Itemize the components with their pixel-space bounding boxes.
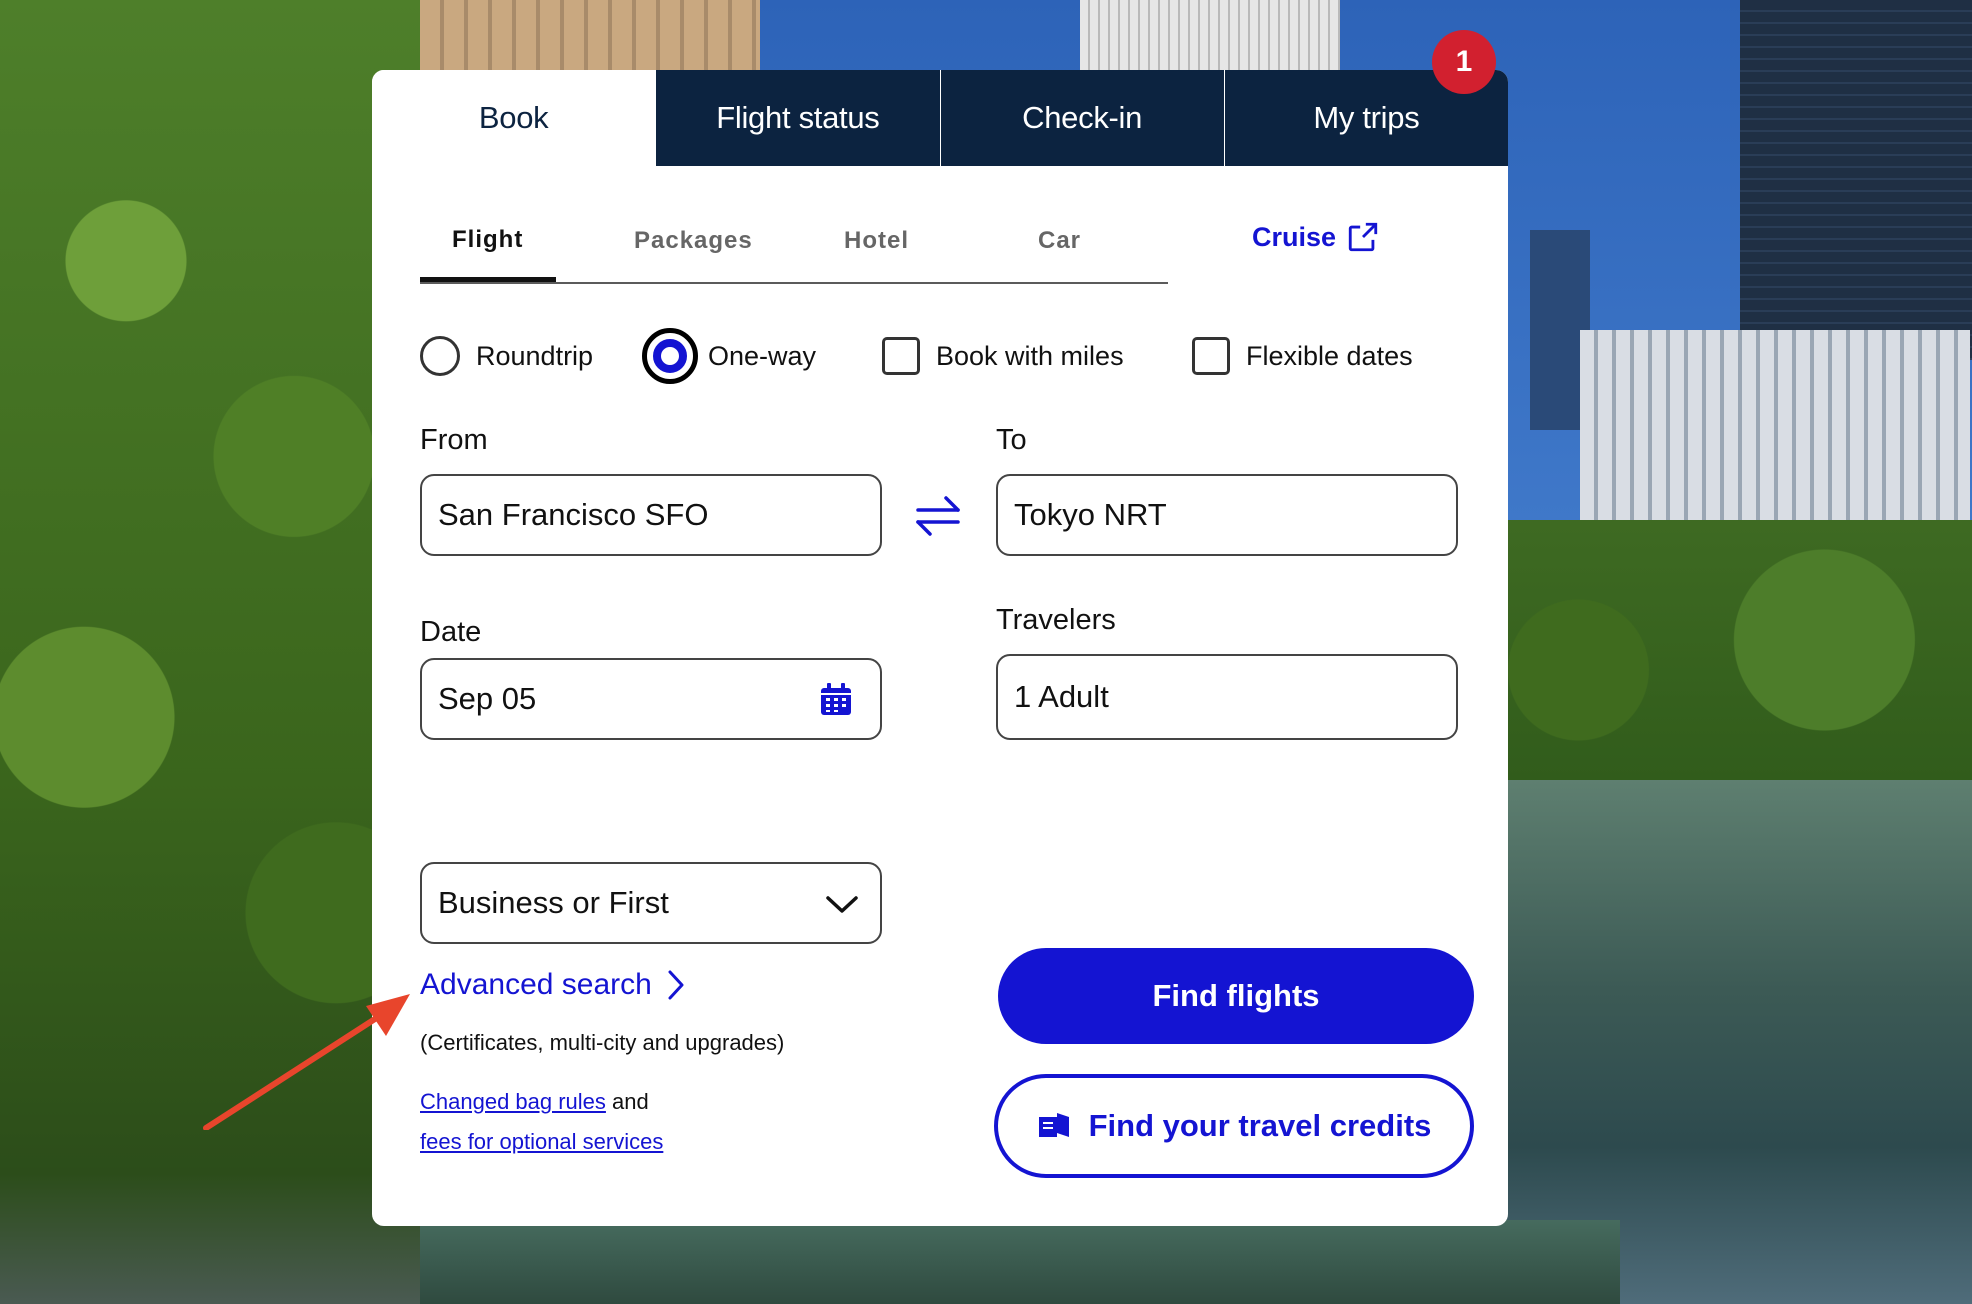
sub-tab-bar: Flight Packages Hotel Car	[420, 70, 1168, 284]
cabin-value: Business or First	[438, 885, 669, 920]
to-label: To	[996, 424, 1027, 456]
roundtrip-label: Roundtrip	[476, 340, 594, 371]
one-way-label: One-way	[708, 340, 817, 371]
travelers-label: Travelers	[996, 604, 1116, 636]
chevron-right-icon	[668, 970, 684, 1000]
cabin-select[interactable]: Business or First	[420, 862, 882, 944]
date-value: Sep 05	[438, 681, 537, 716]
subtab-cruise[interactable]: Cruise	[1252, 220, 1380, 254]
trip-options: Roundtrip One-way Book with miles Flexib…	[420, 326, 1470, 386]
background-building-top-right	[1080, 0, 1340, 80]
flexible-dates-label: Flexible dates	[1246, 340, 1413, 371]
background-pond-bottom	[420, 1220, 1620, 1304]
changed-bag-rules-link[interactable]: Changed bag rules	[420, 1089, 606, 1114]
advanced-search-label: Advanced search	[420, 968, 652, 1001]
travelers-value: 1 Adult	[1014, 679, 1109, 714]
to-value: Tokyo NRT	[1014, 497, 1167, 532]
external-link-icon	[1348, 222, 1378, 252]
option-book-with-miles[interactable]: Book with miles	[882, 326, 1124, 386]
travel-credits-icon	[1038, 1113, 1069, 1137]
from-value: San Francisco SFO	[438, 497, 709, 532]
cruise-label: Cruise	[1252, 221, 1337, 252]
date-label: Date	[420, 616, 482, 648]
notification-badge: 1	[1432, 30, 1496, 94]
subtab-flight[interactable]: Flight	[452, 226, 523, 254]
find-travel-credits-button[interactable]: Find your travel credits	[994, 1074, 1474, 1178]
advanced-search-description: (Certificates, multi-city and upgrades)	[420, 1030, 785, 1055]
one-way-radio-selected[interactable]	[642, 328, 698, 384]
to-field[interactable]: Tokyo NRT	[996, 474, 1458, 556]
from-label: From	[420, 424, 488, 456]
flexible-dates-checkbox[interactable]	[1192, 337, 1230, 375]
background-trees-right	[1480, 520, 1972, 820]
find-flights-label: Find flights	[1152, 978, 1320, 1013]
option-one-way[interactable]: One-way	[642, 326, 816, 386]
travelers-field[interactable]: 1 Adult	[996, 654, 1458, 740]
calendar-icon[interactable]	[820, 682, 852, 716]
optional-fees-link[interactable]: fees for optional services	[420, 1129, 663, 1154]
roundtrip-radio[interactable]	[420, 336, 460, 376]
date-field[interactable]: Sep 05	[420, 658, 882, 740]
annotation-arrow	[203, 994, 410, 1130]
advanced-search-link[interactable]: Advanced search	[420, 968, 686, 1002]
subtab-packages[interactable]: Packages	[634, 227, 753, 255]
book-with-miles-checkbox[interactable]	[882, 337, 920, 375]
subtab-hotel[interactable]: Hotel	[844, 227, 909, 255]
book-with-miles-label: Book with miles	[936, 340, 1124, 371]
background-tower	[1740, 0, 1972, 360]
booking-widget: Book Flight status Check-in My trips Fli…	[372, 70, 1508, 1226]
from-field[interactable]: San Francisco SFO	[420, 474, 882, 556]
bag-rules-note: Changed bag rules and fees for optional …	[420, 1082, 663, 1162]
option-flexible-dates[interactable]: Flexible dates	[1192, 326, 1413, 386]
option-roundtrip[interactable]: Roundtrip	[420, 326, 593, 386]
chevron-down-icon	[826, 896, 858, 913]
find-flights-button[interactable]: Find flights	[998, 948, 1474, 1044]
bag-connector: and	[612, 1089, 649, 1114]
travel-credits-label: Find your travel credits	[1088, 1108, 1432, 1143]
subtab-car[interactable]: Car	[1038, 227, 1081, 255]
subtab-divider	[420, 282, 1168, 284]
swap-airports-icon[interactable]	[910, 488, 966, 544]
